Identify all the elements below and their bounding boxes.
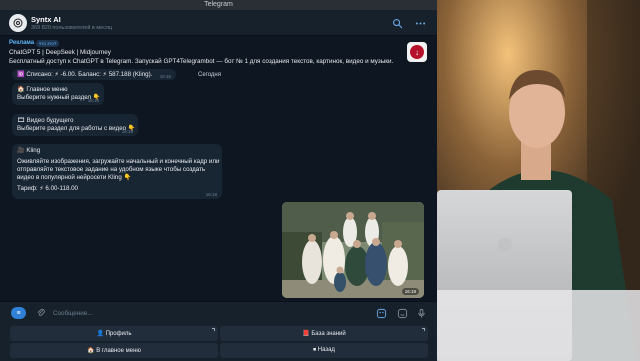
message-text-line: отправляйте текстовое задание на удобном…: [17, 166, 206, 173]
back-button[interactable]: ⏹ Назад: [220, 343, 428, 358]
balance-text: 🆔 Списано: ⚡ -6.00. Баланс: ⚡ 587.188 (K…: [17, 71, 153, 78]
telegram-window: Telegram Syntx AI 369 820 пользователей …: [0, 0, 437, 361]
download-icon: ↓: [410, 45, 424, 59]
message-time: 16:18: [205, 192, 217, 197]
menu-button[interactable]: ≡: [11, 307, 26, 319]
button-label: ⏹ Назад: [313, 347, 335, 353]
bot-avatar[interactable]: [9, 14, 27, 32]
message-text-line: видео в популярной нейросети Kling 👇: [17, 174, 132, 181]
sticker-icon[interactable]: [375, 307, 387, 319]
external-icon: [212, 328, 215, 331]
button-label: 👤 Профиль: [96, 331, 132, 337]
webcam-image: [437, 0, 640, 361]
more-vertical-icon[interactable]: [414, 17, 426, 29]
message-time: 16:18: [87, 98, 99, 103]
knowledge-base-button[interactable]: 📕 База знаний: [220, 326, 428, 341]
kling-message: 🎥 Kling Оживляйте изображения, загружайт…: [12, 144, 222, 199]
tariff-text: Тариф: ⚡ 6.00-118.00: [17, 185, 79, 192]
message-title: 🎥 Kling: [17, 147, 41, 154]
window-title: Telegram: [0, 0, 437, 10]
menu-icon: ≡: [16, 309, 21, 317]
message-time: 16:18: [121, 129, 133, 134]
button-label: 🏠 В главное меню: [87, 348, 141, 354]
photo-time: 16:19: [401, 288, 419, 295]
sponsored-message[interactable]: Реклама что это? ChatGPT 5 | DeepSeek | …: [0, 38, 437, 66]
message-text: Выберите нужный раздел 👇: [17, 94, 101, 101]
profile-button[interactable]: 👤 Профиль: [10, 326, 218, 341]
photo-message[interactable]: 16:19: [282, 202, 424, 298]
chat-header[interactable]: Syntx AI 369 820 пользователей в месяц: [0, 10, 437, 36]
paperclip-icon[interactable]: [36, 307, 46, 319]
webcam-feed: [437, 0, 640, 361]
external-icon: [422, 328, 425, 331]
ad-text: Бесплатный доступ к ChatGPT в Telegram. …: [9, 58, 394, 65]
message-title: 🏠 Главное меню: [17, 86, 68, 93]
chat-subtitle: 369 820 пользователей в месяц: [31, 25, 113, 31]
microphone-icon[interactable]: [415, 307, 427, 319]
button-label: 📕 База знаний: [302, 331, 346, 337]
composer: ≡: [0, 301, 437, 323]
message-title: 🎞 Видео будущего: [17, 117, 74, 124]
messages-area[interactable]: Реклама что это? ChatGPT 5 | DeepSeek | …: [0, 36, 437, 301]
message-text: Выберите раздел для работы с видео 👇: [17, 125, 136, 132]
screen: Telegram Syntx AI 369 820 пользователей …: [0, 0, 640, 361]
ad-thumbnail[interactable]: ↓: [407, 42, 427, 62]
balance-message: 🆔 Списано: ⚡ -6.00. Баланс: ⚡ 587.188 (K…: [12, 69, 176, 80]
ad-label: Реклама: [9, 40, 35, 46]
family-photo-image: [282, 202, 424, 298]
ad-info-badge[interactable]: что это?: [36, 40, 60, 47]
video-future-message: 🎞 Видео будущего Выберите раздел для раб…: [12, 114, 138, 136]
main-menu-message: 🏠 Главное меню Выберите нужный раздел 👇 …: [12, 83, 104, 105]
search-icon[interactable]: [391, 17, 403, 29]
date-separator: Сегодня: [198, 72, 221, 78]
chat-title[interactable]: Syntx AI: [31, 15, 61, 24]
message-text-line: Оживляйте изображения, загружайте началь…: [17, 158, 220, 165]
message-time: 16:16: [159, 74, 171, 79]
openai-logo-icon: [13, 18, 23, 28]
ad-title[interactable]: ChatGPT 5 | DeepSeek | Midjourney: [9, 49, 111, 56]
main-menu-button[interactable]: 🏠 В главное меню: [10, 343, 218, 358]
bot-keyboard: 👤 Профиль 📕 База знаний 🏠 В главное меню…: [0, 323, 437, 361]
emoji-icon[interactable]: [396, 307, 408, 319]
message-input[interactable]: [53, 306, 353, 320]
